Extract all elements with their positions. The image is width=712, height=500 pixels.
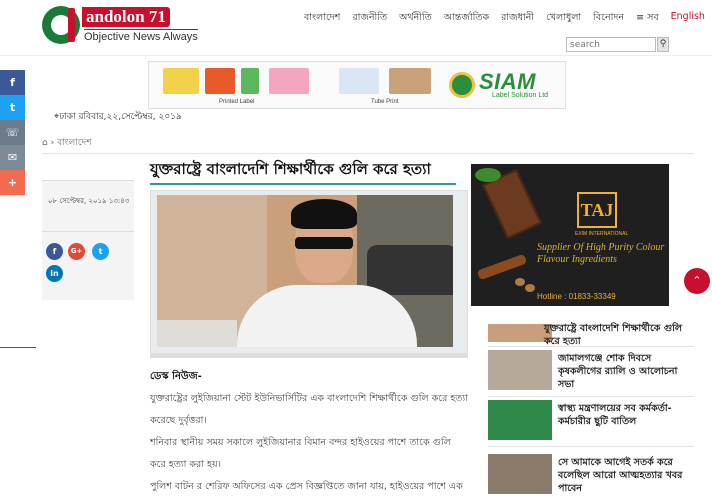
tube-product-image [339, 68, 379, 94]
more-share-icon[interactable]: + [0, 170, 25, 195]
related-news-thumbnail [488, 400, 552, 440]
search-icon[interactable]: ⚲ [657, 37, 669, 52]
article-photo[interactable] [150, 190, 468, 354]
ad-banner[interactable]: Printed Label Tube Print SIAM Label Solu… [148, 61, 566, 109]
banner-caption-tube: Tube Print [371, 99, 399, 105]
article-paragraph: যুক্তরাষ্ট্রের লুইজিয়ানা স্টেট ইউনিভার্… [150, 393, 468, 426]
divider [0, 347, 36, 348]
home-icon[interactable]: ⌂ [42, 138, 48, 148]
ad-hotline: Hotline : 01833-33349 [537, 292, 616, 301]
label-product-image [241, 68, 259, 94]
related-news-item[interactable]: সে আমাকে আগেই সতর্ক করে বলেছিল আরো আত্মহ… [474, 454, 696, 498]
label-product-image [163, 68, 199, 94]
article-timestamp: ০৮ সেপ্টেম্বর, ২০১৯ ১৩:৪৩ [48, 197, 130, 205]
related-news-thumbnail [488, 324, 552, 342]
divider [488, 446, 694, 447]
related-news-item[interactable]: স্বাস্থ্য মন্ত্রণালয়ের সব কর্মকর্তা-কর্… [474, 400, 696, 444]
taj-logo: TAJ [577, 192, 617, 228]
breadcrumb: ⌂ › বাংলাদেশ [42, 135, 92, 150]
linkedin-share-button[interactable]: in [46, 265, 63, 282]
dateline-text: ঢাকা রবিবার,২২,সেপ্টেম্বর, ২০১৯ [59, 112, 182, 122]
mint-leaf-image [475, 168, 501, 182]
google-plus-share-button[interactable]: G+ [68, 243, 85, 260]
dateline: ⌖ঢাকা রবিবার,২২,সেপ্টেম্বর, ২০১৯ [54, 109, 182, 124]
article-meta: ০৮ সেপ্টেম্বর, ২০১৯ ১৩:৪৩ f G+ t in [42, 180, 134, 300]
related-news-title: যুক্তরাষ্ট্রে বাংলাদেশি শিক্ষার্থীকে গুল… [544, 323, 682, 347]
nav-item-international[interactable]: আন্তর্জাতিক [444, 11, 489, 26]
site-logo[interactable]: andolon 71 Objective News Always [42, 6, 198, 44]
related-news-thumbnail [488, 454, 552, 494]
label-product-image [269, 68, 309, 94]
related-news-title: স্বাস্থ্য মন্ত্রণালয়ের সব কর্মকর্তা-কর্… [558, 403, 672, 427]
cinnamon-image [476, 253, 528, 281]
language-switch[interactable]: English [671, 11, 705, 26]
divider [488, 396, 694, 397]
main-nav: বাংলাদেশ রাজনীতি অর্থনীতি আন্তর্জাতিক রা… [304, 11, 705, 26]
facebook-share-icon[interactable]: f [0, 70, 25, 95]
twitter-share-button[interactable]: t [92, 243, 109, 260]
article-title: যুক্তরাষ্ট্রে বাংলাদেশি শিক্ষার্থীকে গুল… [150, 160, 431, 178]
nav-item-economy[interactable]: অর্থনীতি [399, 11, 432, 26]
social-sidebar: f t ☏ ✉ + [0, 70, 25, 195]
article-paragraph: শনিবার স্থানীয় সময় সকালে লুইজিয়ানার ব… [150, 437, 451, 470]
divider [42, 153, 694, 154]
logo-tagline: Objective News Always [84, 29, 198, 43]
email-share-icon[interactable]: ✉ [0, 145, 25, 170]
tube-product-image [389, 68, 431, 94]
nav-item-sports[interactable]: খেলাধুলা [546, 11, 581, 26]
phone-share-icon[interactable]: ☏ [0, 120, 25, 145]
siam-logo-icon [449, 72, 475, 98]
related-news-title: সে আমাকে আগেই সতর্ক করে বলেছিল আরো আত্মহ… [558, 457, 683, 494]
nav-item-entertainment[interactable]: বিনোদন [593, 11, 624, 26]
sidebar-ad[interactable]: TAJ EXIM INTERNATIONAL Supplier Of High … [471, 164, 669, 306]
related-news-item[interactable]: যুক্তরাষ্ট্রে বাংলাদেশি শিক্ষার্থীকে গুল… [474, 323, 696, 348]
nav-item-bangladesh[interactable]: বাংলাদেশ [304, 11, 340, 26]
siam-company-sub: Label Solution Ltd [492, 92, 549, 99]
search-box: ⚲ [566, 37, 670, 52]
twitter-share-icon[interactable]: t [0, 95, 25, 120]
facebook-share-button[interactable]: f [46, 243, 63, 260]
article-kicker: ডেস্ক নিউজ- [150, 371, 202, 382]
scroll-to-top-button[interactable]: ⌃ [684, 268, 710, 294]
search-input[interactable] [566, 37, 656, 52]
related-news-title: জামালগঞ্জে শোক দিবসে কৃষকলীগের র‍্যালি ও… [558, 353, 678, 390]
ad-brand: EXIM INTERNATIONAL [575, 231, 629, 237]
nav-item-capital[interactable]: রাজধানী [501, 11, 534, 26]
breadcrumb-section[interactable]: বাংলাদেশ [57, 138, 91, 148]
related-news-thumbnail [488, 350, 552, 390]
article-paragraph: পুলিশ বাটন র শেরিফ অফিসের এক প্রেস বিজ্ঞ… [150, 481, 463, 492]
related-news-item[interactable]: জামালগঞ্জে শোক দিবসে কৃষকলীগের র‍্যালি ও… [474, 350, 696, 394]
logo-name: andolon 71 [82, 7, 170, 27]
banner-caption-label: Printed Label [219, 99, 255, 105]
title-underline [150, 183, 456, 185]
divider [42, 231, 134, 232]
nav-item-politics[interactable]: রাজনীতি [352, 11, 387, 26]
divider [488, 346, 694, 347]
nav-item-all[interactable]: ≡ সব [636, 11, 659, 26]
label-product-image [205, 68, 235, 94]
ad-slogan: Supplier Of High Purity Colour Flavour I… [537, 242, 665, 265]
site-header: andolon 71 Objective News Always বাংলাদে… [0, 0, 712, 56]
